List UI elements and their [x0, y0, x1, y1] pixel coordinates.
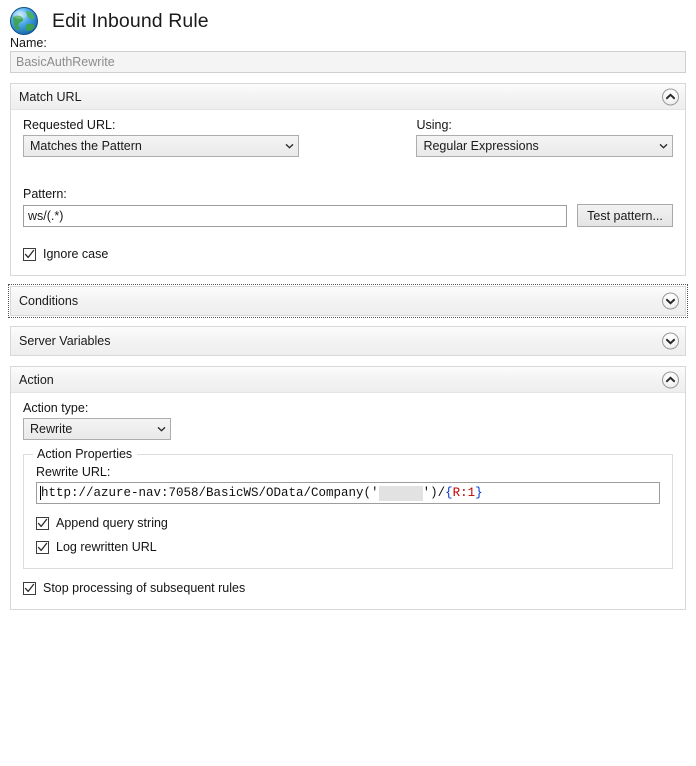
- rewrite-url-label: Rewrite URL:: [36, 465, 111, 479]
- rewrite-url-input[interactable]: http://azure-nav:7058/BasicWS/OData/Comp…: [36, 482, 660, 504]
- rewrite-url-token-close: }: [475, 486, 483, 500]
- section-title: Action: [19, 372, 54, 387]
- log-rewritten-url-checkbox[interactable]: [36, 540, 49, 554]
- section-header-action[interactable]: Action: [11, 367, 685, 393]
- using-dropdown[interactable]: Regular Expressions: [416, 135, 673, 157]
- using-label: Using:: [416, 118, 452, 132]
- page-header: Edit Inbound Rule: [0, 0, 696, 36]
- name-field-group: Name:: [0, 36, 696, 73]
- section-body-match-url: Requested URL: Matches the Pattern Using…: [11, 110, 685, 275]
- stop-processing-row[interactable]: Stop processing of subsequent rules: [23, 581, 673, 595]
- action-type-label: Action type:: [23, 401, 89, 415]
- append-query-string-checkbox[interactable]: [36, 516, 49, 530]
- rule-name-input[interactable]: [10, 51, 686, 73]
- stop-processing-row-wrapper: Stop processing of subsequent rules: [23, 581, 673, 595]
- section-header-server-variables[interactable]: Server Variables: [11, 327, 685, 355]
- stop-processing-label: Stop processing of subsequent rules: [43, 581, 246, 595]
- globe-icon: [8, 5, 40, 37]
- log-rewritten-url-row[interactable]: Log rewritten URL: [36, 540, 660, 554]
- section-title: Server Variables: [19, 334, 111, 348]
- ignore-case-checkbox[interactable]: [23, 247, 36, 261]
- using-value: Regular Expressions: [423, 139, 539, 153]
- chevron-down-icon: [152, 426, 170, 432]
- test-pattern-button[interactable]: Test pattern...: [577, 204, 673, 227]
- chevron-up-icon[interactable]: [662, 371, 679, 388]
- chevron-up-icon[interactable]: [662, 88, 679, 105]
- log-rewritten-url-label: Log rewritten URL: [56, 540, 157, 554]
- requested-url-value: Matches the Pattern: [30, 139, 142, 153]
- page-title: Edit Inbound Rule: [52, 9, 209, 32]
- section-action: Action Action type: Rewrite Action Prope…: [10, 366, 686, 610]
- pattern-input[interactable]: ws/(.*): [23, 204, 567, 227]
- section-title: Conditions: [19, 294, 79, 308]
- rewrite-url-token-open: {: [445, 486, 453, 500]
- rewrite-url-suffix: ')/: [422, 486, 446, 500]
- append-query-string-row[interactable]: Append query string: [36, 516, 660, 530]
- section-header-conditions[interactable]: Conditions: [11, 287, 685, 315]
- section-title: Match URL: [19, 89, 82, 104]
- section-conditions[interactable]: Conditions: [8, 284, 688, 318]
- name-label: Name:: [10, 36, 47, 50]
- section-match-url: Match URL Requested URL: Matches the Pat…: [10, 83, 686, 276]
- pattern-row: ws/(.*) Test pattern...: [23, 204, 673, 227]
- chevron-down-icon: [280, 143, 298, 149]
- action-properties-title: Action Properties: [33, 447, 138, 461]
- using-group: Using: Regular Expressions: [416, 118, 673, 157]
- append-query-string-label: Append query string: [56, 516, 168, 530]
- rewrite-url-prefix: http://azure-nav:7058/BasicWS/OData/Comp…: [41, 486, 379, 500]
- ignore-case-label: Ignore case: [43, 247, 109, 261]
- stop-processing-checkbox[interactable]: [23, 581, 36, 595]
- requested-url-dropdown[interactable]: Matches the Pattern: [23, 135, 300, 157]
- action-checkbox-list: Append query string Log rewritten URL: [36, 516, 660, 554]
- requested-url-label: Requested URL:: [23, 118, 116, 132]
- match-url-top-row: Requested URL: Matches the Pattern Using…: [23, 118, 673, 157]
- section-header-match-url[interactable]: Match URL: [11, 84, 685, 110]
- rewrite-url-token-body: R:1: [452, 486, 476, 500]
- section-body-action: Action type: Rewrite Action Properties R…: [11, 393, 685, 609]
- requested-url-group: Requested URL: Matches the Pattern: [23, 118, 300, 157]
- pattern-label: Pattern:: [23, 187, 67, 201]
- action-properties-group: Action Properties Rewrite URL: http://az…: [23, 447, 673, 569]
- ignore-case-row[interactable]: Ignore case: [23, 247, 673, 261]
- chevron-down-icon: [654, 143, 672, 149]
- action-type-value: Rewrite: [30, 422, 73, 436]
- chevron-down-icon[interactable]: [662, 332, 679, 350]
- redacted-company-name: [378, 485, 423, 501]
- chevron-down-icon[interactable]: [662, 292, 679, 310]
- action-type-dropdown[interactable]: Rewrite: [23, 418, 171, 440]
- section-server-variables[interactable]: Server Variables: [10, 326, 686, 356]
